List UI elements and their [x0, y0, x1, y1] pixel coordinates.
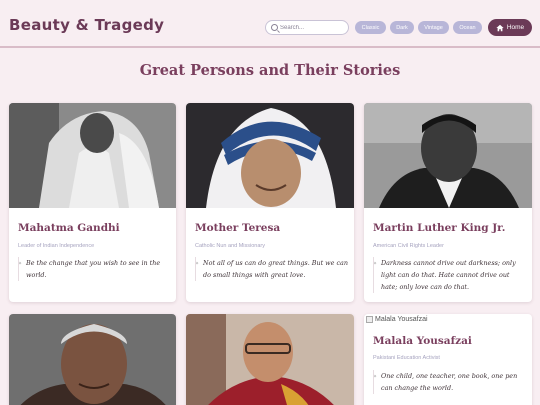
person-role: Leader of Indian Independence: [18, 243, 95, 249]
person-card[interactable]: [9, 314, 176, 405]
person-name: Mahatma Gandhi: [18, 222, 120, 234]
portrait-nelson-mandela: [9, 314, 176, 405]
person-quote: Not all of us can do great things. But w…: [195, 257, 348, 281]
person-name: Mother Teresa: [195, 222, 281, 234]
site-logo[interactable]: Beauty & Tragedy: [9, 16, 164, 34]
person-card[interactable]: Martin Luther King Jr. American Civil Ri…: [364, 103, 532, 302]
person-card[interactable]: Mother Teresa Catholic Nun and Missionar…: [186, 103, 354, 302]
person-card[interactable]: Mahatma Gandhi Leader of Indian Independ…: [9, 103, 176, 302]
site-header: Beauty & Tragedy Classic Dark Vintage Oc…: [0, 0, 540, 48]
broken-image-icon: [366, 316, 373, 323]
person-role: Catholic Nun and Missionary: [195, 243, 266, 249]
person-quote: One child, one teacher, one book, one pe…: [373, 370, 526, 394]
home-icon: [496, 24, 504, 31]
image-placeholder: Malala Yousafzai: [366, 316, 428, 323]
search-box[interactable]: [265, 20, 349, 35]
filter-classic-button[interactable]: Classic: [355, 21, 386, 34]
person-role: American Civil Rights Leader: [373, 243, 444, 249]
person-role: Pakistani Education Activist: [373, 355, 440, 361]
portrait-martin-luther-king: [364, 103, 532, 208]
portrait-dalai-lama: [186, 314, 354, 405]
filter-dark-button[interactable]: Dark: [390, 21, 414, 34]
page-title: Great Persons and Their Stories: [139, 62, 401, 79]
person-quote: Be the change that you wish to see in th…: [18, 257, 170, 281]
person-quote: Darkness cannot drive out darkness; only…: [373, 257, 526, 293]
person-name: Malala Yousafzai: [373, 335, 472, 347]
filter-ocean-button[interactable]: Ocean: [453, 21, 482, 34]
person-card[interactable]: Malala Yousafzai Malala Yousafzai Pakist…: [364, 314, 532, 405]
search-input[interactable]: [280, 22, 346, 34]
portrait-mother-teresa: [186, 103, 354, 208]
filter-vintage-button[interactable]: Vintage: [418, 21, 449, 34]
portrait-gandhi: [9, 103, 176, 208]
home-button[interactable]: Home: [488, 19, 532, 36]
search-icon: [271, 24, 278, 31]
person-card[interactable]: [186, 314, 354, 405]
image-alt-text: Malala Yousafzai: [375, 316, 428, 323]
home-button-label: Home: [506, 24, 525, 31]
person-name: Martin Luther King Jr.: [373, 222, 506, 234]
